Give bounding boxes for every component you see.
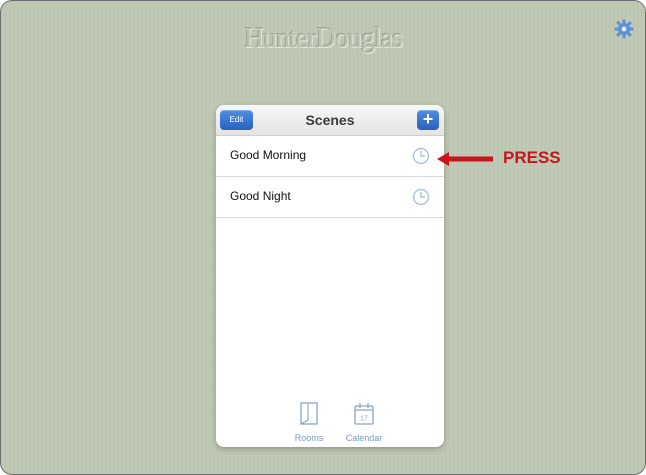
scene-label: Good Night [230,189,291,203]
press-annotation: PRESS [503,148,561,167]
scene-row-good-morning[interactable]: Good Morning [216,136,444,177]
tab-label: Rooms [294,433,324,443]
tab-bar: Rooms 17 Calendar [216,395,444,447]
tab-calendar[interactable]: 17 Calendar [334,395,394,447]
clock-icon[interactable] [412,188,430,206]
press-arrow-icon [437,152,493,166]
rooms-icon [298,401,320,427]
scenes-header: Edit Scenes + [216,105,444,136]
calendar-icon: 17 [353,401,375,427]
scene-label: Good Morning [230,148,307,162]
clock-icon[interactable] [412,147,430,165]
scene-row-good-night[interactable]: Good Night [216,177,444,218]
brand-logo: HunterDouglas [243,23,403,54]
tab-label: Calendar [345,433,383,443]
calendar-day-number: 17 [360,416,368,423]
app-background: HunterDouglas Edit Scenes + Good Morning… [0,0,646,475]
scenes-panel: Edit Scenes + Good Morning Good Night Ro… [216,105,444,447]
tab-rooms[interactable]: Rooms [279,395,339,447]
gear-icon[interactable] [613,18,635,40]
scenes-title: Scenes [305,112,355,128]
add-scene-button[interactable]: + [417,110,439,130]
